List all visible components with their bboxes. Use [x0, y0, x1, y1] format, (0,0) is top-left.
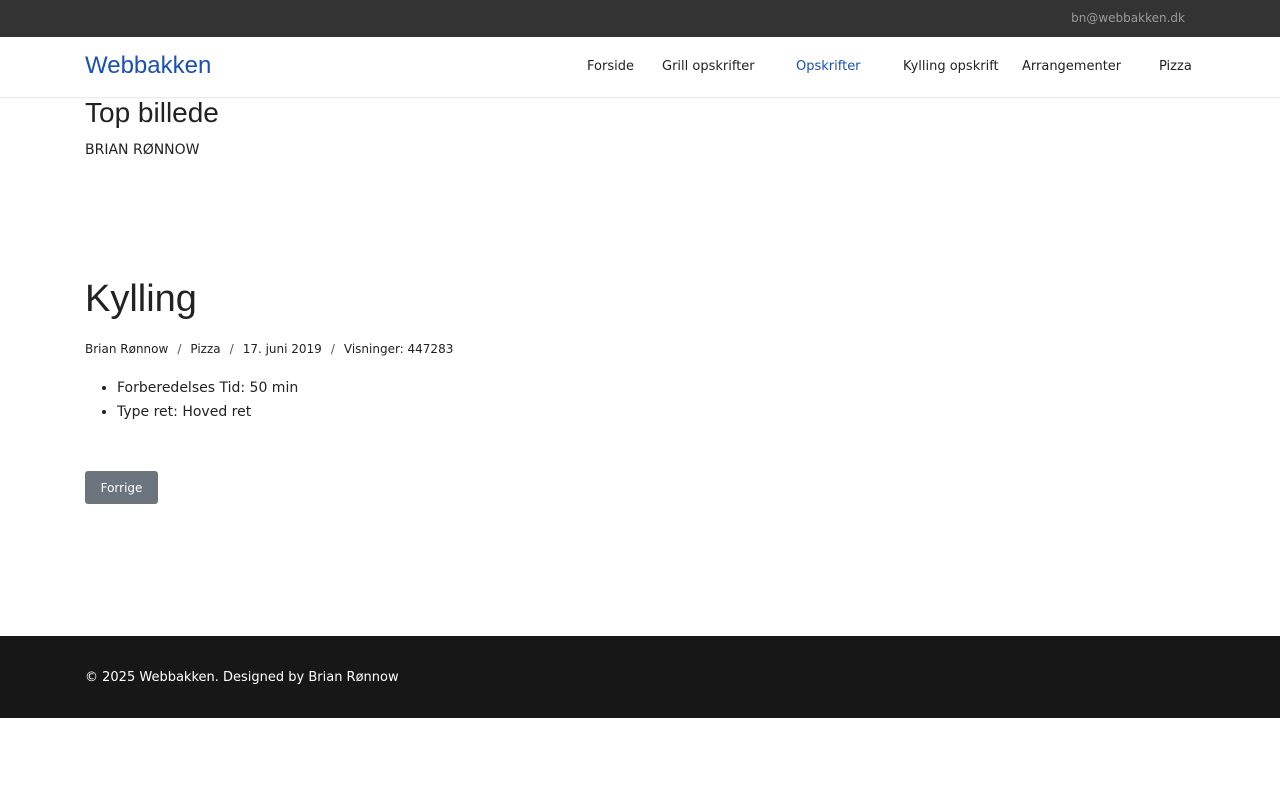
nav-item-kylling-opskrift[interactable]: Kylling opskrift	[903, 59, 999, 74]
meta-date: 17. juni 2019	[242, 342, 322, 356]
post-title: Kylling	[85, 278, 197, 320]
contact-email-link[interactable]: bn@webbakken.dk	[1071, 11, 1185, 25]
hero-author: BRIAN RØNNOW	[85, 142, 200, 158]
post-meta: Brian Rønnow / Pizza / 17. juni 2019 / Visning…	[85, 342, 453, 356]
site-brand-logo[interactable]: Webbakken	[85, 52, 211, 80]
hero-title: Top billede	[85, 97, 219, 128]
recipe-facts-list: Forberedelses Tid: 50 min Type ret: Hove…	[85, 376, 298, 424]
list-item: Forberedelses Tid: 50 min	[117, 376, 298, 400]
site-footer: © 2025 Webbakken. Designed by Brian Rønn…	[0, 636, 1280, 718]
main-navbar: Webbakken Forside Grill opskrifter Opskr…	[0, 37, 1280, 98]
top-bar: bn@webbakken.dk	[0, 0, 1280, 37]
meta-separator: /	[177, 342, 182, 356]
meta-separator: /	[330, 342, 335, 356]
list-item: Type ret: Hoved ret	[117, 400, 298, 424]
nav-item-grill-opskrifter[interactable]: Grill opskrifter	[662, 59, 755, 74]
nav-item-pizza[interactable]: Pizza	[1159, 59, 1192, 74]
previous-button[interactable]: Forrige	[85, 471, 158, 504]
nav-item-forside[interactable]: Forside	[587, 59, 634, 74]
footer-copyright: © 2025 Webbakken. Designed by Brian Rønn…	[85, 670, 399, 685]
nav-item-opskrifter[interactable]: Opskrifter	[796, 59, 861, 74]
meta-author-link[interactable]: Brian Rønnow	[85, 342, 168, 356]
meta-separator: /	[229, 342, 234, 356]
nav-item-arrangementer[interactable]: Arrangementer	[1022, 59, 1121, 74]
meta-category-link[interactable]: Pizza	[190, 342, 220, 356]
meta-views: Visninger: 447283	[343, 342, 454, 356]
